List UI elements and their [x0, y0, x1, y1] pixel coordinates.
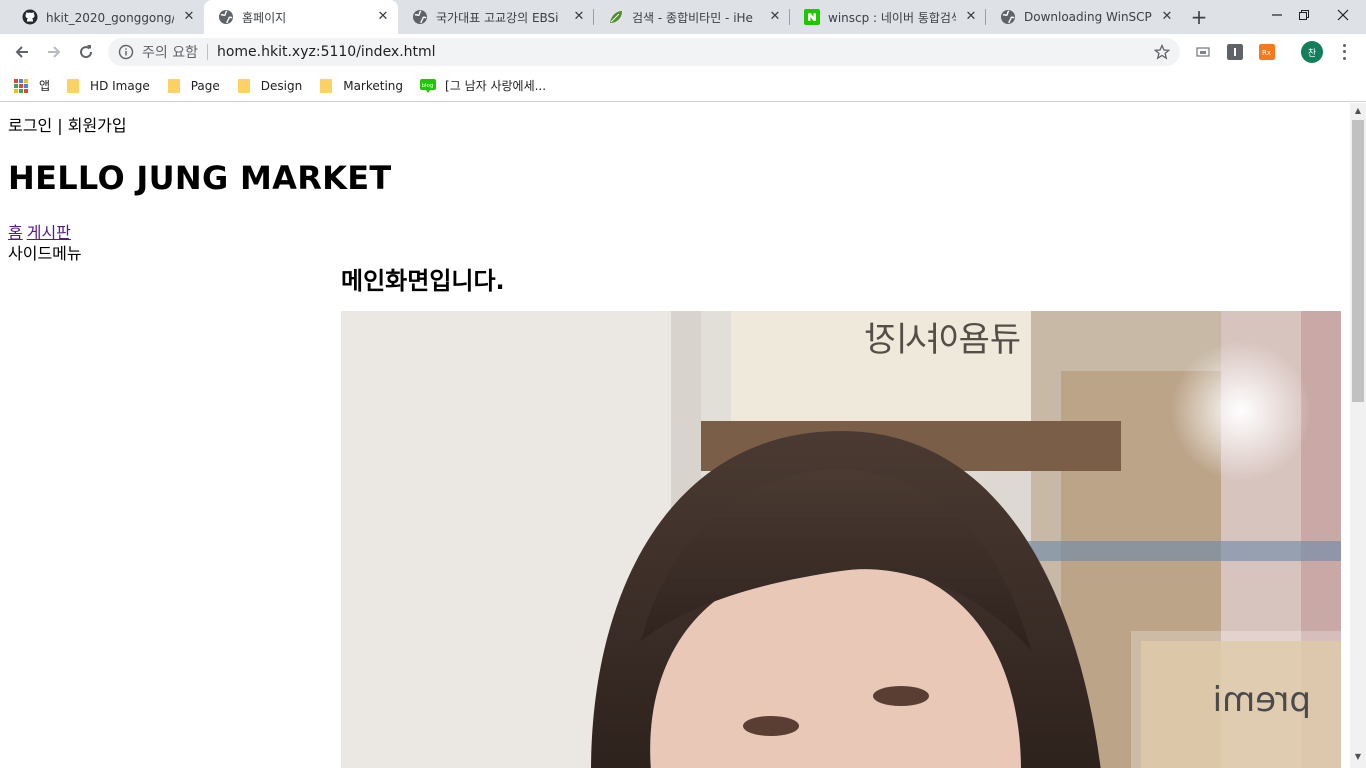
- scrollbar-thumb[interactable]: [1352, 120, 1364, 402]
- tab-title: 국가대표 고교강의 EBSi: [436, 10, 559, 25]
- back-button[interactable]: [10, 40, 34, 64]
- folder-icon: [320, 78, 333, 93]
- globe-icon: [413, 10, 427, 24]
- close-icon[interactable]: ✕: [376, 10, 390, 24]
- close-icon[interactable]: ✕: [182, 10, 196, 24]
- auth-links[interactable]: 로그인 | 회원가입: [8, 112, 127, 136]
- main-title: 메인화면입니다.: [341, 267, 505, 295]
- apps-grid-icon: [14, 78, 28, 93]
- tab-github[interactable]: hkit_2020_gonggong/서 ✕: [8, 0, 204, 34]
- tab-title: 홈페이지: [242, 10, 287, 25]
- close-icon[interactable]: ✕: [964, 10, 978, 24]
- svg-text:premi: premi: [1213, 680, 1311, 720]
- reload-button[interactable]: [74, 40, 98, 64]
- svg-text:blog: blog: [422, 83, 434, 89]
- bookmark-blog[interactable]: blog [그 남자 사랑에세...: [420, 74, 546, 98]
- github-icon: [22, 9, 38, 25]
- bookmark-label: 앱: [39, 79, 51, 93]
- bookmark-design[interactable]: Design: [237, 74, 303, 98]
- photo-image: 큐욤야시장 premi: [341, 311, 1341, 768]
- folder-icon: [67, 78, 80, 93]
- address-bar[interactable]: 주의 요함 home.hkit.xyz:5110/index.html: [108, 38, 1180, 66]
- close-icon[interactable]: ✕: [572, 10, 586, 24]
- page-viewport: 로그인 | 회원가입 HELLO JUNG MARKET 홈 게시판 사이드메뉴 …: [0, 103, 1350, 768]
- folder-icon: [167, 78, 180, 93]
- bookmark-label: Marketing: [343, 78, 404, 93]
- tab-strip: hkit_2020_gonggong/서 ✕ 홈페이지 ✕ 국가대표 고교강의 …: [0, 0, 1366, 34]
- bookmarks-bar: 앱 HD Image Page Design Marketing blog [그…: [0, 70, 1366, 102]
- bookmark-page[interactable]: Page: [167, 74, 220, 98]
- scroll-up-icon[interactable]: ▲: [1354, 107, 1362, 115]
- bookmark-star-icon[interactable]: [1154, 44, 1170, 60]
- reload-icon: [80, 45, 93, 59]
- folder-icon: [237, 78, 250, 93]
- bookmark-hd-image[interactable]: HD Image: [67, 74, 150, 98]
- info-icon[interactable]: [118, 44, 134, 60]
- profile-initial: 찬: [1307, 48, 1317, 59]
- tab-title: 검색 - 종합비타민 - iHe: [632, 10, 753, 25]
- tab-naver[interactable]: winscp : 네이버 통합검색 ✕: [790, 0, 986, 34]
- close-window-button[interactable]: [1320, 0, 1366, 30]
- forward-button[interactable]: [42, 40, 66, 64]
- tab-title: winscp : 네이버 통합검색: [828, 10, 956, 25]
- close-icon: [1337, 9, 1349, 21]
- bookmark-label: Page: [190, 78, 220, 93]
- tab-title: hkit_2020_gonggong/서: [46, 10, 174, 25]
- site-heading: HELLO JUNG MARKET: [8, 159, 392, 197]
- globe-icon: [219, 10, 233, 24]
- browser-toolbar: 주의 요함 home.hkit.xyz:5110/index.html Rx 찬: [0, 34, 1366, 70]
- url-text[interactable]: home.hkit.xyz:5110/index.html: [217, 44, 436, 60]
- back-arrow-icon: [15, 46, 28, 58]
- security-label[interactable]: 주의 요함: [142, 42, 198, 62]
- tab-homepage[interactable]: 홈페이지 ✕: [204, 0, 398, 34]
- extension-rx-icon[interactable]: Rx: [1259, 44, 1275, 60]
- tab-title: Downloading WinSCP-5: [1024, 10, 1152, 24]
- forward-arrow-icon: [48, 46, 61, 58]
- bookmark-apps[interactable]: 앱: [14, 74, 50, 98]
- profile-avatar[interactable]: 찬: [1301, 41, 1323, 63]
- tab-iherb[interactable]: 검색 - 종합비타민 - iHe ✕: [594, 0, 790, 34]
- scroll-down-icon[interactable]: ▼: [1354, 753, 1362, 761]
- extension-i-icon[interactable]: [1227, 44, 1243, 60]
- tab-ebsi[interactable]: 국가대표 고교강의 EBSi ✕: [398, 0, 594, 34]
- close-icon[interactable]: ✕: [768, 10, 782, 24]
- side-menu: 사이드메뉴: [8, 244, 82, 263]
- new-tab-button[interactable]: +: [1188, 6, 1210, 28]
- bookmark-label: [그 남자 사랑에세...: [445, 79, 547, 93]
- tab-winscp[interactable]: Downloading WinSCP-5 ✕: [986, 0, 1182, 34]
- globe-icon: [1001, 10, 1015, 24]
- page-scrollbar[interactable]: ▲ ▼: [1350, 103, 1366, 768]
- cast-icon[interactable]: [1195, 44, 1211, 60]
- main-photo: 큐욤야시장 premi: [341, 311, 1341, 768]
- leaf-icon: [610, 11, 622, 23]
- close-icon[interactable]: ✕: [1160, 10, 1174, 24]
- svg-text:Rx: Rx: [1262, 49, 1271, 57]
- svg-text:큐욤야시장: 큐욤야시장: [865, 320, 1021, 360]
- chrome-menu-button[interactable]: [1336, 42, 1352, 62]
- bookmark-label: Design: [260, 78, 303, 93]
- omnibox-divider: [206, 44, 208, 60]
- naver-icon: [804, 9, 820, 25]
- bookmark-marketing[interactable]: Marketing: [320, 74, 403, 98]
- bookmark-label: HD Image: [90, 78, 150, 93]
- blog-icon: blog: [420, 78, 437, 93]
- restore-icon: [1299, 10, 1309, 20]
